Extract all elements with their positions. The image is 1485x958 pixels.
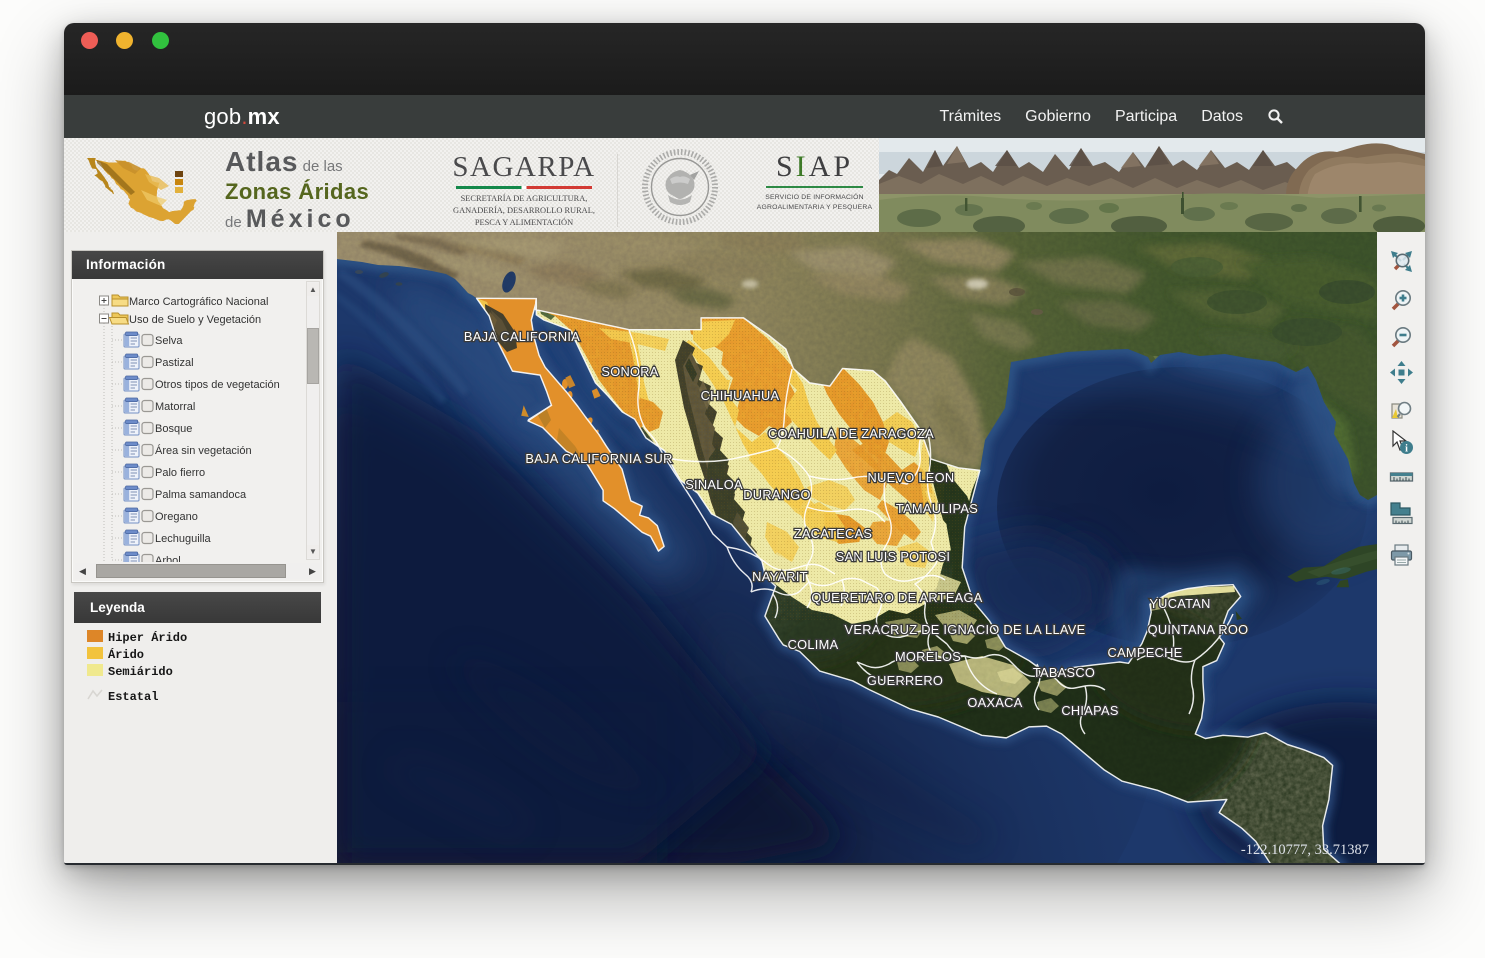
- svg-text:NAYARIT: NAYARIT: [752, 569, 808, 584]
- svg-text:MORELOS: MORELOS: [895, 649, 961, 664]
- svg-text:GUERRERO: GUERRERO: [867, 673, 943, 688]
- svg-text:DURANGO: DURANGO: [743, 487, 811, 502]
- svg-text:CAMPECHE: CAMPECHE: [1108, 645, 1183, 660]
- svg-text:Marco Cartográfico Nacional: Marco Cartográfico Nacional: [129, 296, 268, 308]
- svg-text:CHIHUAHUA: CHIHUAHUA: [701, 388, 780, 403]
- svg-text:Uso de Suelo y Vegetación: Uso de Suelo y Vegetación: [129, 314, 261, 326]
- svg-text:Lechuguilla: Lechuguilla: [155, 533, 212, 545]
- svg-text:Oregano: Oregano: [155, 511, 198, 523]
- svg-text:Pastizal: Pastizal: [155, 357, 194, 369]
- svg-text:TABASCO: TABASCO: [1033, 665, 1095, 680]
- svg-text:-122.10777, 33.71387: -122.10777, 33.71387: [1241, 842, 1369, 858]
- svg-text:Selva: Selva: [155, 335, 183, 347]
- svg-text:CHIAPAS: CHIAPAS: [1061, 703, 1118, 718]
- svg-text:Arbol: Arbol: [155, 555, 181, 562]
- svg-text:Área sin vegetación: Área sin vegetación: [155, 444, 252, 457]
- svg-text:ZACATECAS: ZACATECAS: [794, 526, 873, 541]
- svg-text:NUEVO LEON: NUEVO LEON: [868, 470, 955, 485]
- svg-text:Otros tipos de vegetación: Otros tipos de vegetación: [155, 379, 280, 391]
- svg-text:Palo fierro: Palo fierro: [155, 467, 205, 479]
- svg-text:OAXACA: OAXACA: [967, 695, 1022, 710]
- svg-text:SAN LUIS POTOSI: SAN LUIS POTOSI: [836, 549, 951, 564]
- svg-text:i: i: [1405, 444, 1408, 455]
- svg-text:SONORA: SONORA: [601, 364, 658, 379]
- svg-text:Matorral: Matorral: [155, 401, 195, 413]
- svg-text:YUCATAN: YUCATAN: [1149, 596, 1210, 611]
- svg-text:COAHUILA DE ZARAGOZA: COAHUILA DE ZARAGOZA: [768, 426, 934, 441]
- svg-text:COLIMA: COLIMA: [788, 637, 839, 652]
- svg-text:SINALOA: SINALOA: [685, 477, 743, 492]
- svg-text:VERACRUZ DE IGNACIO DE LA LLAV: VERACRUZ DE IGNACIO DE LA LLAVE: [845, 622, 1086, 637]
- svg-text:Palma samandoca: Palma samandoca: [155, 489, 247, 501]
- svg-text:Bosque: Bosque: [155, 423, 192, 435]
- svg-text:BAJA CALIFORNIA: BAJA CALIFORNIA: [464, 329, 580, 344]
- svg-text:TAMAULIPAS: TAMAULIPAS: [896, 501, 978, 516]
- svg-text:QUERETARO DE ARTEAGA: QUERETARO DE ARTEAGA: [811, 590, 982, 605]
- svg-text:QUINTANA ROO: QUINTANA ROO: [1148, 622, 1249, 637]
- svg-text:BAJA CALIFORNIA SUR: BAJA CALIFORNIA SUR: [525, 451, 672, 466]
